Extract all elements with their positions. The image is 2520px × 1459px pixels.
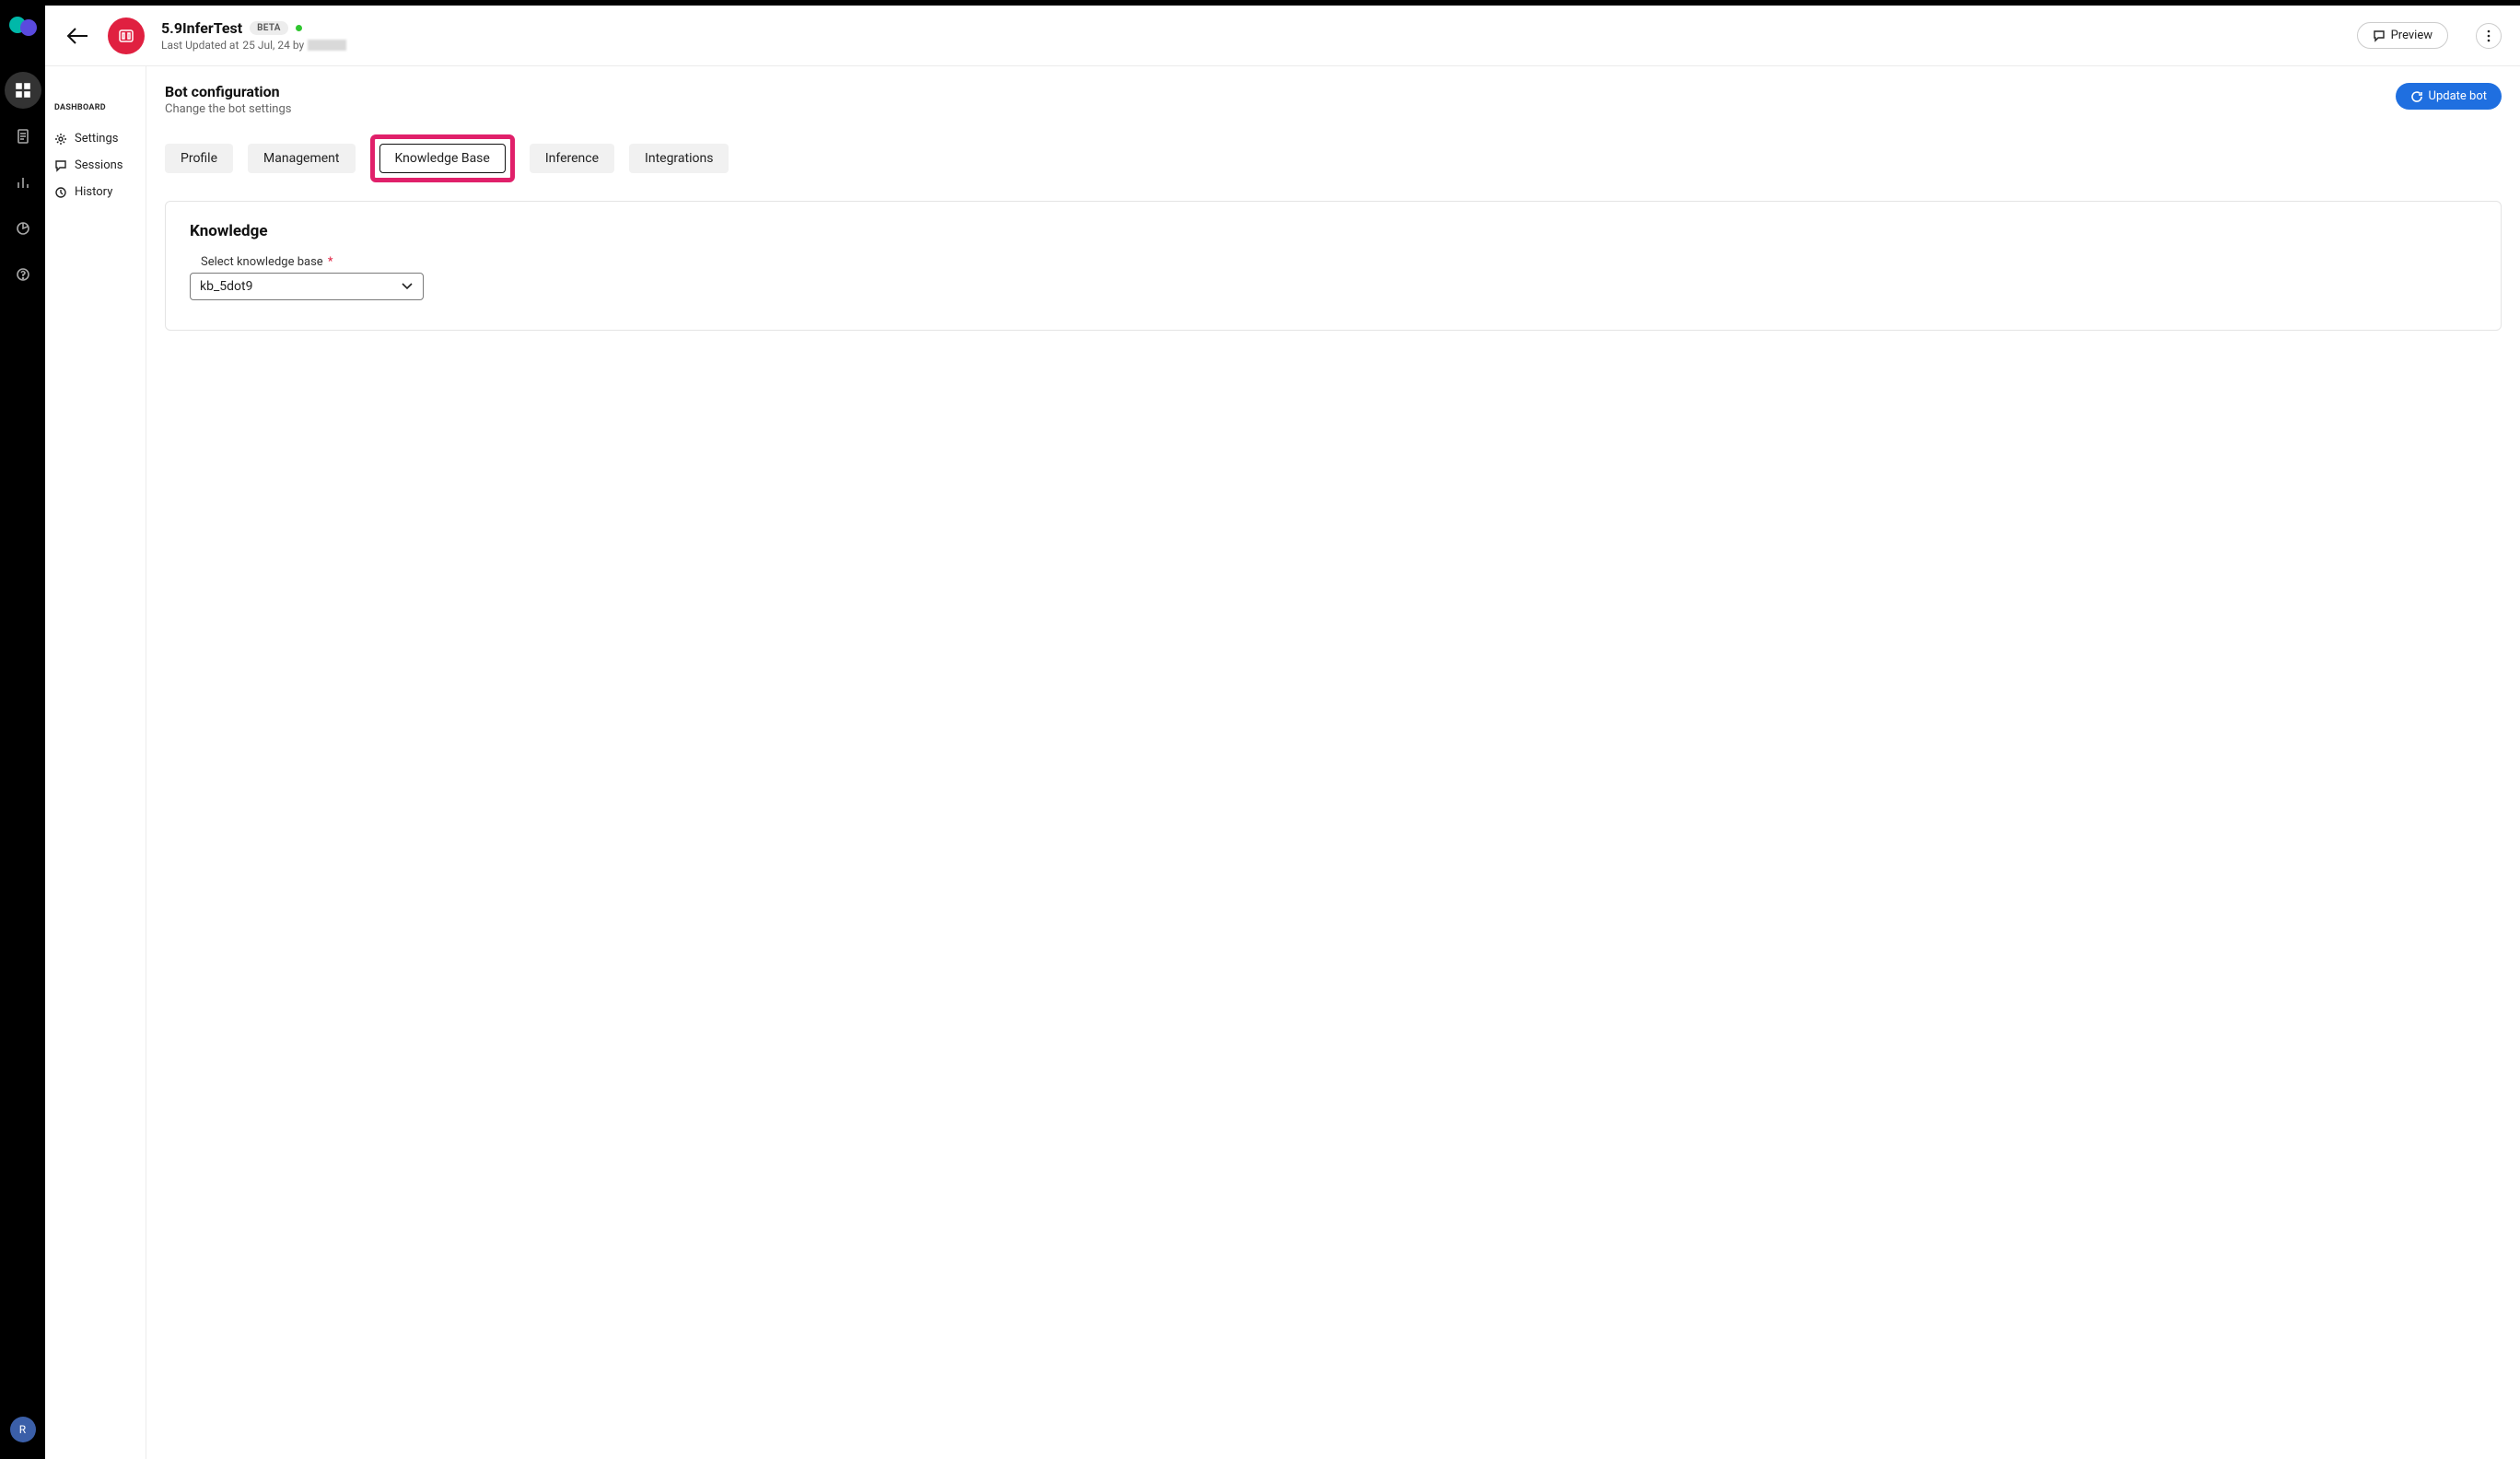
preview-button[interactable]: Preview [2357,22,2448,49]
updated-author-redacted [308,40,346,51]
rail-item-usage[interactable] [5,210,41,247]
tab-label: Profile [181,151,217,166]
updated-date: 25 Jul, 24 by [242,39,304,52]
page-header: 5.9InferTest BETA Last Updated at 25 Jul… [45,6,2520,66]
arrow-left-icon [65,26,89,46]
updated-prefix: Last Updated at [161,39,239,52]
more-menu-button[interactable] [2476,23,2502,49]
field-label-text: Select knowledge base [201,255,323,269]
required-asterisk: * [328,255,333,269]
sidebar-item-label: History [75,185,112,199]
config-title: Bot configuration [165,83,291,100]
help-icon [16,267,30,282]
document-icon [16,129,30,144]
tab-inference[interactable]: Inference [530,144,614,173]
user-avatar[interactable]: R [10,1417,36,1442]
preview-label: Preview [2391,29,2432,42]
chevron-down-icon [401,282,414,291]
sidebar-item-settings[interactable]: Settings [54,125,146,152]
tab-label: Integrations [645,151,713,166]
card-title: Knowledge [190,222,2477,240]
config-subtitle: Change the bot settings [165,102,291,116]
history-icon [54,186,67,199]
refresh-icon [2410,90,2423,103]
tab-knowledge-base[interactable]: Knowledge Base [379,144,506,173]
title-block: 5.9InferTest BETA Last Updated at 25 Jul… [161,19,346,52]
update-bot-button[interactable]: Update bot [2396,83,2502,110]
status-dot-icon [296,25,302,31]
beta-pill: BETA [250,21,288,35]
bot-name: 5.9InferTest [161,19,242,37]
kb-select[interactable]: kb_5dot9 [190,273,424,300]
bot-icon [117,27,135,45]
tab-management[interactable]: Management [248,144,355,173]
annotation-highlight: Knowledge Base [370,134,515,182]
select-value: kb_5dot9 [200,279,401,294]
sidebar-item-label: Settings [75,132,118,146]
bot-avatar [108,18,145,54]
back-button[interactable] [64,22,91,50]
chat-bubble-icon [2373,29,2386,42]
rail-item-analytics[interactable] [5,164,41,201]
app-rail: R [0,6,45,1459]
knowledge-card: Knowledge Select knowledge base * kb_5do… [165,201,2502,331]
rail-item-help[interactable] [5,256,41,293]
last-updated-line: Last Updated at 25 Jul, 24 by [161,39,346,52]
tab-label: Inference [545,151,599,166]
sidebar-heading: DASHBOARD [54,103,146,112]
sidebar-item-label: Sessions [75,158,123,172]
brand-logo-icon [9,15,37,37]
tab-label: Management [263,151,339,166]
grid-icon [16,83,30,98]
dashboard-sidebar: DASHBOARD Settings Sessions History [45,66,146,1459]
avatar-initial: R [19,1423,26,1436]
kb-field-label: Select knowledge base * [201,255,2477,269]
tab-label: Knowledge Base [395,151,490,166]
pie-chart-icon [16,221,30,236]
tab-integrations[interactable]: Integrations [629,144,729,173]
sidebar-item-history[interactable]: History [54,179,146,205]
update-label: Update bot [2429,89,2487,103]
tab-profile[interactable]: Profile [165,144,233,173]
kebab-icon [2487,29,2491,42]
tab-bar: Profile Management Knowledge Base Infere… [165,134,2502,182]
bar-chart-icon [16,175,30,190]
rail-item-dashboard[interactable] [5,72,41,109]
content-area: Bot configuration Change the bot setting… [146,66,2520,1459]
rail-item-docs[interactable] [5,118,41,155]
gear-icon [54,133,67,146]
sidebar-item-sessions[interactable]: Sessions [54,152,146,179]
chat-icon [54,159,67,172]
